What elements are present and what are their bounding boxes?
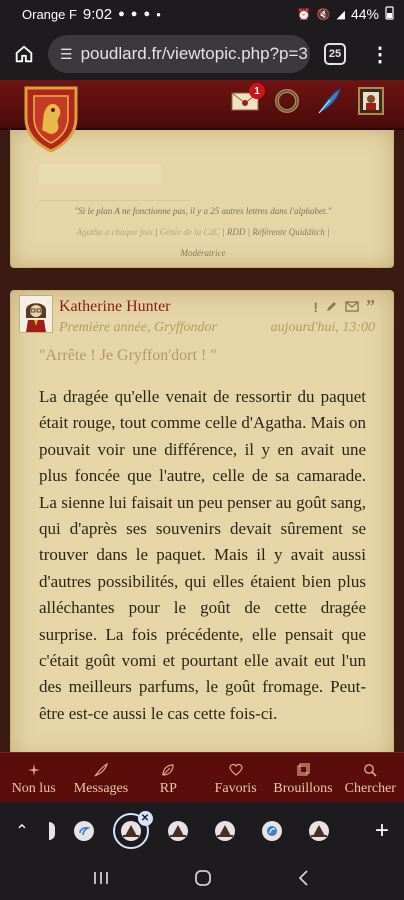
nav-messages[interactable]: Messages (67, 753, 134, 802)
snapchat-icon: ● (118, 8, 125, 20)
signature-links: Agatha a chaque fois | Génie de la CdC |… (76, 227, 330, 258)
signature-divider (39, 200, 189, 201)
avatar[interactable] (19, 295, 53, 333)
nav-rp[interactable]: RP (135, 753, 202, 802)
new-tab-button[interactable]: + (360, 817, 404, 845)
tab-strip-collapse-button[interactable]: ⌃ (0, 821, 44, 841)
forum-nav: Non lus Messages RP Favoris Brouillons C… (0, 752, 404, 802)
author-rank: Première année, Gryffondor (59, 320, 217, 335)
alarm-icon: ⏰ (297, 8, 311, 21)
clock: 9:02 (82, 5, 113, 23)
drafts-icon (296, 763, 310, 777)
sparkle-icon (27, 763, 41, 777)
home-button[interactable] (8, 38, 40, 70)
browser-menu-button[interactable]: ⋮ (370, 42, 390, 67)
heart-icon (229, 763, 243, 777)
house-crest-icon[interactable] (22, 84, 80, 153)
post-date: aujourd'hui, 13:00 (270, 320, 375, 335)
post: Katherine Hunter Première année, Gryffon… (10, 290, 394, 752)
quill-icon (318, 87, 341, 114)
nav-favorites[interactable]: Favoris (202, 753, 269, 802)
recent-apps-button[interactable] (92, 870, 110, 891)
ring-icon (275, 89, 299, 113)
signature-link[interactable]: Génie de la CdC (160, 227, 220, 237)
nav-search[interactable]: Chercher (337, 753, 404, 802)
signature-link[interactable]: Agatha a chaque fois (76, 227, 152, 237)
home-nav-button[interactable] (193, 868, 213, 893)
tab-strip: ⌃ ✕ + (0, 802, 404, 860)
signature-quote: "Si le plan A ne fonctionne pas, il y a … (74, 206, 332, 216)
mute-icon: 🔇 (316, 8, 331, 21)
messages-button[interactable]: 1 (230, 83, 265, 116)
private-message-icon[interactable] (345, 301, 359, 312)
portrait-icon (358, 87, 384, 115)
battery-label: 44% (350, 6, 379, 22)
post-body: La dragée qu'elle venait de ressortir du… (39, 387, 366, 723)
post-author[interactable]: Katherine Hunter (59, 298, 171, 316)
blurred-text (39, 164, 161, 184)
post-actions: ! ” (313, 296, 375, 317)
recent-apps-icon (93, 871, 108, 884)
browser-tab[interactable] (295, 802, 342, 860)
close-tab-button[interactable]: ✕ (137, 811, 153, 826)
signature-link[interactable]: RDD (227, 227, 246, 237)
snapchat-icon: ● (143, 8, 151, 20)
nav-label: Messages (73, 781, 129, 796)
nav-label: Favoris (214, 781, 257, 796)
system-nav-bar (0, 860, 404, 900)
tab-switcher-button[interactable]: 25 (324, 43, 346, 65)
address-bar[interactable]: ☰ poudlard.fr/viewtopic.php?p=37 (48, 35, 310, 73)
quote-icon[interactable]: ” (366, 296, 375, 317)
edit-icon[interactable] (325, 300, 338, 313)
topic-content: "Si le plan A ne fonctionne pas, il y a … (0, 130, 404, 752)
back-icon (299, 869, 308, 886)
battery-icon (385, 5, 394, 23)
search-icon (363, 763, 377, 777)
screen: Orange F 9:02 ● ● ● ● ⏰ 🔇 ◢ 44% ☰ poudla… (0, 0, 404, 900)
header-icons: 1 (230, 83, 386, 116)
quill-icon (94, 763, 108, 777)
notification-badge: 1 (249, 83, 265, 99)
signal-icon: ◢ (336, 8, 345, 21)
sorting-hat-icon (214, 821, 235, 841)
browser-tab[interactable] (248, 802, 295, 860)
browser-tab[interactable] (201, 802, 248, 860)
home-circle-icon (195, 869, 211, 886)
sorting-hat-icon (120, 821, 141, 841)
url-text: poudlard.fr/viewtopic.php?p=37 (80, 44, 310, 63)
signature-link[interactable]: Modératrice (181, 248, 226, 258)
blue-shield-icon (261, 821, 282, 841)
post-subject: "Arrête ! Je Gryffon'dort ! " (39, 347, 217, 364)
dot-icon: ● (156, 9, 161, 19)
sorting-hat-icon (167, 821, 188, 841)
feather-icon (161, 763, 175, 777)
nav-label: Non lus (11, 781, 56, 796)
tab-count-label: 25 (328, 48, 342, 60)
tab-favicon-icon (73, 821, 94, 841)
nav-unread[interactable]: Non lus (0, 753, 67, 802)
browser-tab[interactable] (60, 802, 107, 860)
nav-label: Chercher (344, 781, 396, 796)
browser-tab-active[interactable]: ✕ (107, 802, 154, 860)
snapchat-icon: ● (130, 8, 138, 20)
signature-link[interactable]: Référente Quidditch (252, 227, 324, 237)
sorting-hat-icon (308, 821, 329, 841)
nav-drafts[interactable]: Brouillons (269, 753, 336, 802)
ring-button[interactable] (272, 86, 302, 116)
status-bar: Orange F 9:02 ● ● ● ● ⏰ 🔇 ◢ 44% (0, 0, 404, 28)
nav-label: Brouillons (273, 781, 333, 796)
browser-toolbar: ☰ poudlard.fr/viewtopic.php?p=37 25 ⋮ (0, 28, 404, 80)
report-icon[interactable]: ! (313, 299, 318, 315)
nav-label: RP (159, 781, 177, 796)
back-button[interactable] (296, 869, 312, 892)
active-tab-indicator: ✕ (112, 811, 153, 849)
carrier-label: Orange F (22, 6, 77, 22)
tab-partial[interactable] (44, 822, 60, 840)
quill-button[interactable] (314, 86, 344, 116)
browser-tab[interactable] (154, 802, 201, 860)
profile-button[interactable] (356, 86, 386, 116)
home-icon (15, 45, 33, 63)
site-settings-icon[interactable]: ☰ (60, 46, 73, 63)
